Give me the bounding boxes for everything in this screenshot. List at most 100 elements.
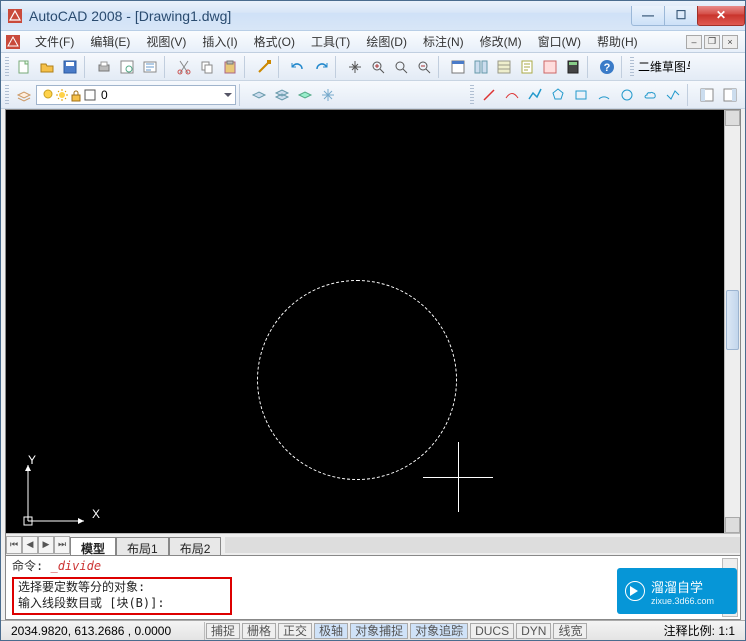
help-button[interactable]: ? — [596, 56, 618, 78]
coordinates-readout: 2034.9820, 613.2686 , 0.0000 — [5, 622, 205, 640]
menu-view[interactable]: 视图(V) — [138, 31, 194, 52]
menu-insert[interactable]: 插入(I) — [194, 31, 245, 52]
plot-preview-button[interactable] — [116, 56, 138, 78]
statusbar: 2034.9820, 613.2686 , 0.0000 捕捉 栅格 正交 极轴… — [1, 620, 745, 640]
minimize-button[interactable]: — — [631, 6, 665, 26]
paste-button[interactable] — [219, 56, 241, 78]
print-button[interactable] — [93, 56, 115, 78]
sheet-set-button[interactable] — [516, 56, 538, 78]
design-center-button[interactable] — [470, 56, 492, 78]
layer-dropdown[interactable]: 0 — [36, 85, 236, 105]
menu-dimension[interactable]: 标注(N) — [415, 31, 472, 52]
mdi-minimize-button[interactable]: – — [686, 35, 702, 49]
open-button[interactable] — [36, 56, 58, 78]
zoom-realtime-button[interactable] — [367, 56, 389, 78]
lightbulb-icon — [41, 88, 55, 102]
revision-cloud-button[interactable] — [639, 84, 661, 106]
block-palette-button[interactable] — [696, 84, 718, 106]
rectangle-button[interactable] — [570, 84, 592, 106]
play-icon — [625, 581, 645, 601]
sun-icon — [55, 88, 69, 102]
scroll-down-button[interactable] — [725, 517, 740, 533]
tab-prev-button[interactable]: ◀ — [22, 536, 38, 554]
tab-next-button[interactable]: ▶ — [38, 536, 54, 554]
layers-toolbar: 0 — [1, 81, 745, 109]
svg-text:?: ? — [604, 62, 611, 74]
window-title: AutoCAD 2008 - [Drawing1.dwg] — [29, 8, 632, 24]
markup-button[interactable] — [539, 56, 561, 78]
toggle-osnap[interactable]: 对象捕捉 — [350, 623, 408, 639]
toolbar-grip[interactable] — [5, 57, 9, 77]
save-button[interactable] — [59, 56, 81, 78]
watermark-url: zixue.3d66.com — [651, 596, 714, 606]
toggle-lwt[interactable]: 线宽 — [553, 623, 587, 639]
layer-previous-button[interactable] — [248, 84, 270, 106]
new-button[interactable] — [13, 56, 35, 78]
toggle-polar[interactable]: 极轴 — [314, 623, 348, 639]
construction-line-button[interactable] — [501, 84, 523, 106]
tab-model[interactable]: 模型 — [70, 537, 116, 555]
layer-freeze-button[interactable] — [317, 84, 339, 106]
menu-tools[interactable]: 工具(T) — [303, 31, 358, 52]
scroll-up-button[interactable] — [725, 110, 740, 126]
layer-properties-button[interactable] — [13, 84, 35, 106]
toolbar-grip[interactable] — [630, 57, 634, 77]
line-tool-button[interactable] — [478, 84, 500, 106]
prompt-segments: 输入线段数目或 [块(B)]: — [18, 595, 226, 611]
watermark-brand: 溜溜自学 — [651, 577, 714, 596]
publish-button[interactable] — [139, 56, 161, 78]
mdi-close-button[interactable]: × — [722, 35, 738, 49]
menu-file[interactable]: 文件(F) — [27, 31, 82, 52]
pan-button[interactable] — [344, 56, 366, 78]
polygon-button[interactable] — [547, 84, 569, 106]
layer-isolate-button[interactable] — [294, 84, 316, 106]
toggle-snap[interactable]: 捕捉 — [206, 623, 240, 639]
vertical-scrollbar[interactable] — [724, 110, 740, 533]
properties-button[interactable] — [447, 56, 469, 78]
layer-states-button[interactable] — [271, 84, 293, 106]
arc-button[interactable] — [593, 84, 615, 106]
spline-button[interactable] — [662, 84, 684, 106]
match-properties-button[interactable] — [253, 56, 275, 78]
toggle-ducs[interactable]: DUCS — [470, 623, 514, 639]
tab-layout2[interactable]: 布局2 — [169, 537, 222, 555]
toggle-grid[interactable]: 栅格 — [242, 623, 276, 639]
workspace-label: 二维草图与 — [638, 56, 690, 78]
toggle-dyn[interactable]: DYN — [516, 623, 551, 639]
x-axis-label: X — [92, 507, 100, 521]
close-button[interactable]: ✕ — [697, 6, 745, 26]
undo-button[interactable] — [287, 56, 309, 78]
zoom-previous-button[interactable] — [413, 56, 435, 78]
zoom-window-button[interactable] — [390, 56, 412, 78]
polyline-button[interactable] — [524, 84, 546, 106]
tab-first-button[interactable]: ⏮ — [6, 536, 22, 554]
maximize-button[interactable]: ☐ — [664, 6, 698, 26]
circle-button[interactable] — [616, 84, 638, 106]
lock-icon — [69, 88, 83, 102]
drawing-area: X Y ⏮ ◀ ▶ ⏭ 模型 布局1 布局2 — [5, 109, 741, 556]
toolbar-grip[interactable] — [5, 85, 9, 105]
crosshair-cursor — [423, 442, 493, 512]
toolbar-grip[interactable] — [470, 85, 474, 105]
menu-format[interactable]: 格式(O) — [246, 31, 303, 52]
copy-button[interactable] — [196, 56, 218, 78]
menu-help[interactable]: 帮助(H) — [589, 31, 646, 52]
horizontal-scrollbar[interactable] — [225, 537, 740, 553]
toggle-ortho[interactable]: 正交 — [278, 623, 312, 639]
drawing-canvas[interactable]: X Y — [6, 110, 740, 555]
menu-modify[interactable]: 修改(M) — [472, 31, 530, 52]
cut-button[interactable] — [173, 56, 195, 78]
toggle-otrack[interactable]: 对象追踪 — [410, 623, 468, 639]
tab-last-button[interactable]: ⏭ — [54, 536, 70, 554]
menu-window[interactable]: 窗口(W) — [530, 31, 589, 52]
mdi-restore-button[interactable]: ❐ — [704, 35, 720, 49]
tool-palettes-button[interactable] — [493, 56, 515, 78]
calculator-button[interactable] — [562, 56, 584, 78]
tab-layout1[interactable]: 布局1 — [116, 537, 169, 555]
toggle-palette-button[interactable] — [719, 84, 741, 106]
document-icon — [5, 34, 21, 50]
scroll-thumb[interactable] — [726, 290, 739, 350]
menu-draw[interactable]: 绘图(D) — [358, 31, 415, 52]
redo-button[interactable] — [310, 56, 332, 78]
menu-edit[interactable]: 编辑(E) — [82, 31, 138, 52]
